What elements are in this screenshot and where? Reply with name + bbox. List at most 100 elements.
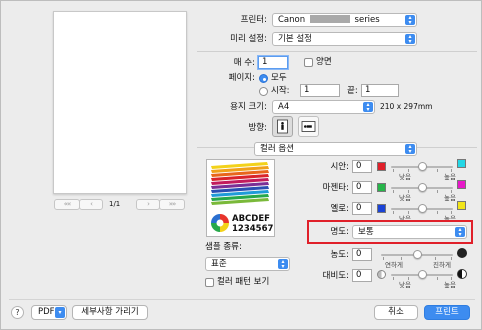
yellow-field[interactable]: 0 [352,202,372,215]
sample-type-label: 샘플 종류: [205,242,242,252]
printer-select[interactable]: Canon series ▴ ▾ [272,13,417,27]
brightness-select[interactable]: 보통 ▴ ▾ [352,225,467,239]
page-preview [53,11,187,194]
brightness-label: 명도: [330,227,349,237]
red-swatch [377,162,386,171]
contrast-low-icon [377,270,386,279]
tick [451,211,452,214]
tick [437,211,438,214]
pages-all-label: 모두 [271,73,287,83]
hide-details-button[interactable]: 세부사항 가리기 [72,305,148,320]
intensity-low-label: 연하게 [385,261,403,269]
pdf-label: PDF [38,307,55,317]
magenta-slider-knob[interactable] [418,183,427,192]
yellow-label: 옐로: [330,204,349,214]
contrast-label: 대비도: [322,271,349,281]
pages-all-radio[interactable] [259,74,268,83]
next-page-button[interactable]: › [136,199,160,210]
section-select[interactable]: 컬러 옵션 ▴ ▾ [254,142,417,156]
intensity-label: 농도: [330,250,349,260]
tick [437,190,438,193]
portrait-button[interactable] [272,116,293,137]
divider [197,51,477,52]
color-pencils-icon [211,162,269,205]
pages-from-label: 시작: [271,86,290,96]
sample-type-value: 표준 [211,259,227,269]
first-page-button[interactable]: «« [54,199,80,210]
green-swatch [377,183,386,192]
chevron-updown-icon: ▴ ▾ [405,144,415,155]
portrait-icon [277,119,288,134]
orientation-label: 방향: [248,123,267,133]
sample-type-select[interactable]: 표준 ▴ ▾ [205,257,290,271]
intensity-slider-knob[interactable] [413,250,422,259]
intensity-dark-icon [457,248,467,258]
pages-label: 페이지: [228,73,255,83]
tick [408,190,409,193]
magenta-swatch [457,180,466,189]
cyan-swatch [457,159,466,168]
tick [451,169,452,172]
cyan-high-label: 높음 [444,173,456,181]
yellow-slider-knob[interactable] [418,204,427,213]
magenta-label: 마젠타: [322,183,349,193]
paper-size-value: A4 [278,102,290,112]
cyan-slider-knob[interactable] [418,162,427,171]
pages-from-field[interactable]: 1 [300,84,340,97]
pages-to-label: 끝: [347,86,358,96]
printer-series: series [354,15,380,25]
contrast-high-label: 높음 [444,281,456,289]
chevron-down-icon: ▾ [55,307,65,318]
tick [393,190,394,193]
print-button[interactable]: 프린트 [424,305,470,320]
duplex-checkbox[interactable] [304,58,313,67]
cyan-label: 시안: [330,162,349,172]
tick [437,169,438,172]
color-wheel-icon [211,214,229,232]
landscape-icon [301,121,316,132]
tick [408,211,409,214]
contrast-field[interactable]: 0 [352,269,372,282]
sample-image: ABCDEF 1234567 [206,159,275,237]
tick [383,257,384,260]
chevron-updown-icon: ▴ ▾ [278,259,288,270]
color-pattern-checkbox[interactable] [205,278,214,287]
print-dialog: «« ‹ 1/1 › »» 프린터: Canon series ▴ ▾ 미리 설정… [0,0,482,330]
help-button[interactable]: ? [11,306,24,319]
tick [393,169,394,172]
brightness-value: 보통 [358,227,374,237]
presets-select[interactable]: 기본 설정 ▴ ▾ [272,32,417,46]
magenta-field[interactable]: 0 [352,181,372,194]
paper-dimensions: 210 x 297mm [380,102,433,111]
tick [408,277,409,280]
cyan-low-label: 낮음 [399,173,411,181]
presets-value: 기본 설정 [278,34,312,44]
chevron-updown-icon: ▴ ▾ [363,102,373,113]
tick [393,277,394,280]
tick [401,257,402,260]
pages-to-field[interactable]: 1 [361,84,399,97]
paper-size-select[interactable]: A4 ▴ ▾ [272,100,375,114]
tick [408,169,409,172]
copies-field[interactable]: 1 [258,56,288,69]
pages-range-radio[interactable] [259,87,268,96]
tick [451,257,452,260]
yellow-swatch [457,201,466,210]
landscape-button[interactable] [298,116,319,137]
contrast-slider-knob[interactable] [418,270,427,279]
pdf-menu-button[interactable]: PDF ▾ [31,305,67,320]
tick [393,211,394,214]
paper-size-label: 용지 크기: [230,102,267,112]
tick [451,277,452,280]
cancel-button[interactable]: 취소 [374,305,418,320]
color-pattern-label: 컬러 패턴 보기 [217,277,270,287]
magenta-low-label: 낮음 [399,194,411,202]
footer-divider [9,299,475,300]
intensity-field[interactable]: 0 [352,248,372,261]
last-page-button[interactable]: »» [159,199,185,210]
tick [451,190,452,193]
contrast-low-label: 낮음 [399,281,411,289]
cyan-field[interactable]: 0 [352,160,372,173]
previous-page-button[interactable]: ‹ [79,199,103,210]
duplex-label: 양면 [316,57,332,67]
